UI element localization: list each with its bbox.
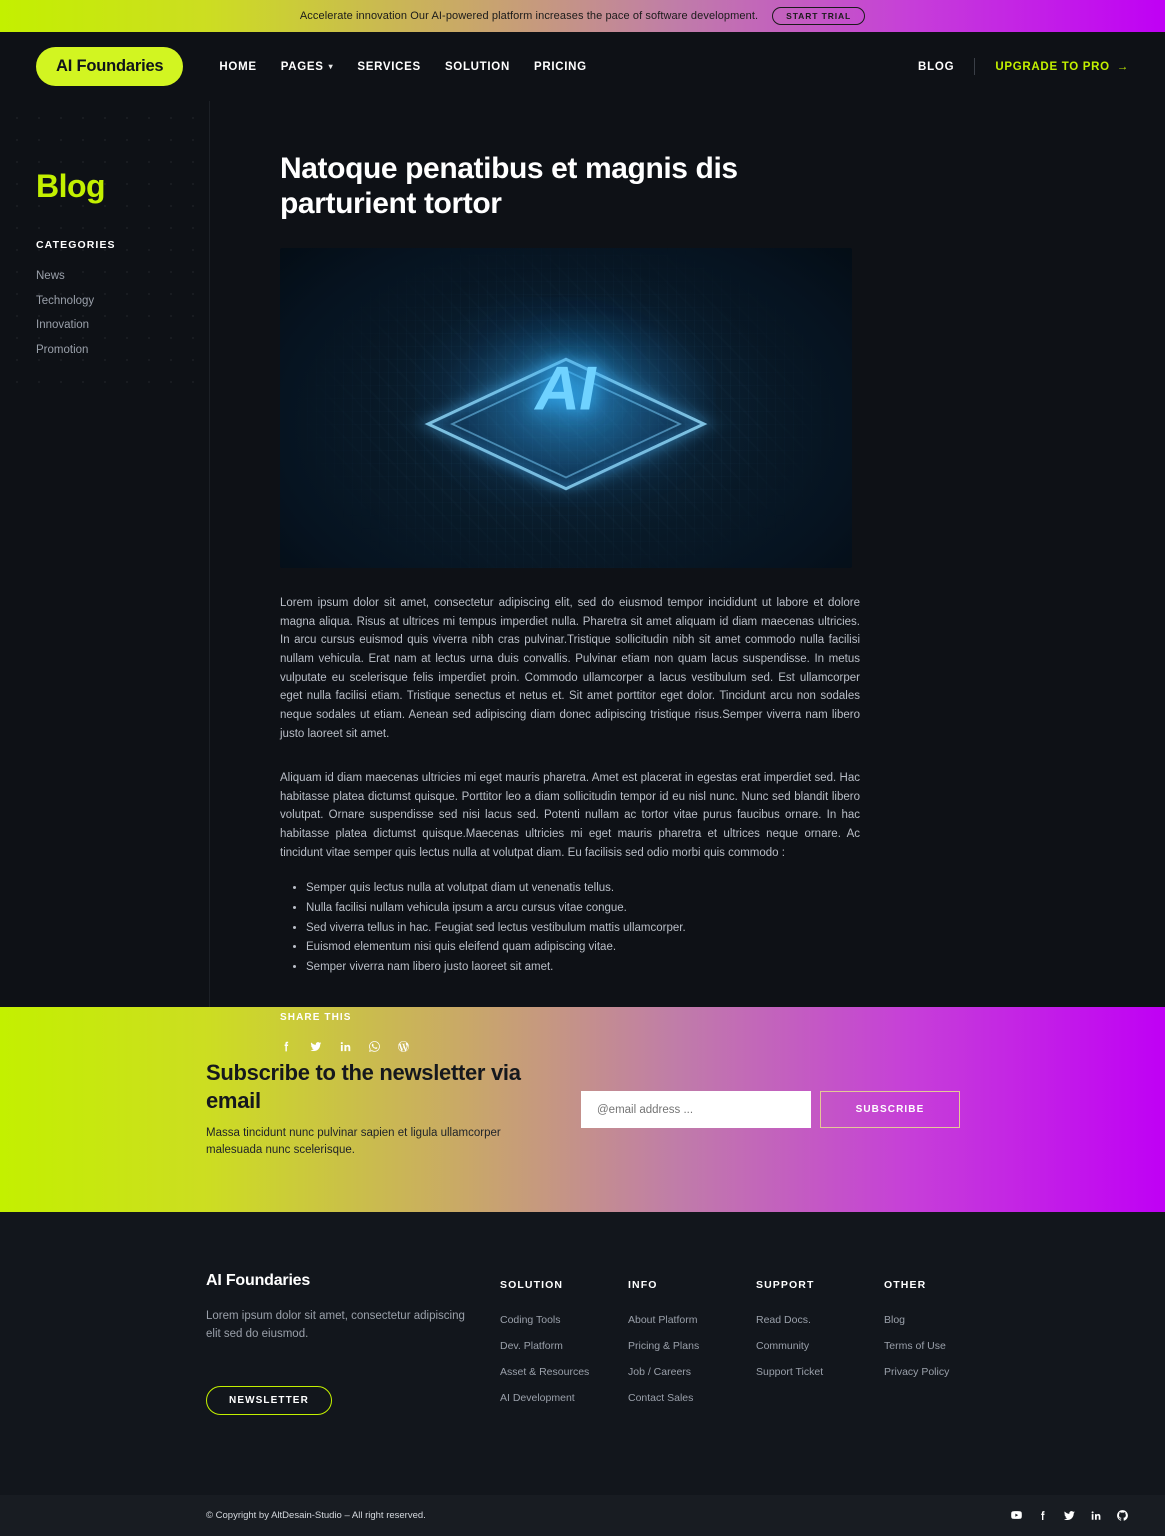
nav-label: HOME xyxy=(219,60,257,73)
newsletter-title: Subscribe to the newsletter via email xyxy=(206,1060,521,1113)
youtube-icon[interactable] xyxy=(1010,1509,1023,1522)
facebook-icon[interactable] xyxy=(1037,1509,1049,1522)
upgrade-label: UPGRADE TO PRO xyxy=(995,60,1110,73)
footer-brand-name: AI Foundaries xyxy=(206,1272,311,1289)
article-bullet-list: Semper quis lectus nulla at volutpat dia… xyxy=(280,879,860,976)
newsletter-copy: Subscribe to the newsletter via email Ma… xyxy=(206,1059,536,1159)
footer-brand-text: Lorem ipsum dolor sit amet, consectetur … xyxy=(206,1310,465,1340)
nav-item-solution[interactable]: SOLUTION xyxy=(445,61,510,73)
footer-link[interactable]: Privacy Policy xyxy=(884,1366,1012,1378)
whatsapp-icon[interactable] xyxy=(368,1040,381,1053)
footer-link[interactable]: About Platform xyxy=(628,1314,756,1326)
article-content: Natoque penatibus et magnis dis parturie… xyxy=(210,101,1165,1053)
footer-link[interactable]: Support Ticket xyxy=(756,1366,884,1378)
footer-column-heading: INFO xyxy=(628,1279,658,1291)
logo[interactable]: AI Foundaries xyxy=(36,47,184,86)
article-paragraph-2: Aliquam id diam maecenas ultricies mi eg… xyxy=(280,772,860,859)
nav-label: PAGES xyxy=(280,60,324,73)
newsletter-section: Subscribe to the newsletter via email Ma… xyxy=(0,1007,1165,1212)
nav-label: SOLUTION xyxy=(444,60,510,73)
categories-heading: CATEGORIES xyxy=(36,239,116,251)
list-item: Nulla facilisi nullam vehicula ipsum a a… xyxy=(306,899,860,918)
subscribe-button[interactable]: SUBSCRIBE xyxy=(820,1091,960,1128)
footer-brand: AI Foundaries Lorem ipsum dolor sit amet… xyxy=(206,1272,471,1418)
linkedin-icon[interactable] xyxy=(1090,1509,1102,1522)
share-this-heading: SHARE THIS xyxy=(280,1012,352,1024)
footer-link[interactable]: Pricing & Plans xyxy=(628,1340,756,1352)
blog-sidebar: Blog CATEGORIES News Technology Innovati… xyxy=(0,101,210,1007)
chevron-down-icon: ▾ xyxy=(328,62,334,71)
sidebar-item-technology[interactable]: Technology xyxy=(36,295,209,307)
newsletter-subtitle: Massa tincidunt nunc pulvinar sapien et … xyxy=(206,1127,501,1157)
twitter-icon[interactable] xyxy=(1063,1509,1076,1522)
nav-item-home[interactable]: HOME xyxy=(219,61,256,73)
nav-label: SERVICES xyxy=(357,60,421,73)
arrow-right-icon: → xyxy=(1116,60,1129,73)
footer-link[interactable]: Job / Careers xyxy=(628,1366,756,1378)
header-divider xyxy=(974,58,976,75)
twitter-icon[interactable] xyxy=(309,1040,323,1053)
article-paragraph-1: Lorem ipsum dolor sit amet, consectetur … xyxy=(280,597,860,740)
site-header: AI Foundaries HOME PAGES ▾ SERVICES SOLU… xyxy=(0,32,1165,101)
site-footer: AI Foundaries Lorem ipsum dolor sit amet… xyxy=(0,1212,1165,1497)
linkedin-icon[interactable] xyxy=(339,1040,352,1053)
footer-link[interactable]: Terms of Use xyxy=(884,1340,1012,1352)
footer-link[interactable]: Contact Sales xyxy=(628,1392,756,1404)
email-input[interactable] xyxy=(581,1091,811,1128)
footer-link[interactable]: AI Development xyxy=(500,1392,628,1404)
footer-newsletter-button[interactable]: NEWSLETTER xyxy=(206,1385,332,1415)
nav-item-blog[interactable]: BLOG xyxy=(918,61,954,73)
footer-link[interactable]: Asset & Resources xyxy=(500,1366,628,1378)
facebook-icon[interactable] xyxy=(280,1040,293,1053)
page-title: Blog xyxy=(36,168,106,204)
announcement-text: Accelerate innovation Our AI-powered pla… xyxy=(299,10,759,22)
footer-column-support: SUPPORT Read Docs. Community Support Tic… xyxy=(756,1279,884,1418)
footer-link[interactable]: Dev. Platform xyxy=(500,1340,628,1352)
github-icon[interactable] xyxy=(1116,1509,1129,1522)
nav-item-services[interactable]: SERVICES xyxy=(357,61,421,73)
header-actions: BLOG UPGRADE TO PRO → xyxy=(918,58,1129,75)
footer-link[interactable]: Blog xyxy=(884,1314,1012,1326)
share-icon-row xyxy=(280,1040,860,1053)
article-hero-image: AI xyxy=(280,248,852,569)
list-item: Semper viverra nam libero justo laoreet … xyxy=(306,958,860,977)
footer-column-heading: OTHER xyxy=(884,1279,927,1291)
article-title: Natoque penatibus et magnis dis parturie… xyxy=(280,152,738,221)
footer-link[interactable]: Coding Tools xyxy=(500,1314,628,1326)
start-trial-button[interactable]: START TRIAL xyxy=(772,7,866,25)
footer-social-row xyxy=(1010,1509,1129,1522)
nav-item-pricing[interactable]: PRICING xyxy=(534,61,587,73)
sidebar-item-news[interactable]: News xyxy=(36,270,209,282)
footer-column-heading: SOLUTION xyxy=(500,1279,564,1291)
sidebar-item-innovation[interactable]: Innovation xyxy=(36,319,209,331)
upgrade-to-pro-button[interactable]: UPGRADE TO PRO → xyxy=(995,61,1129,73)
footer-column-solution: SOLUTION Coding Tools Dev. Platform Asse… xyxy=(500,1279,628,1418)
list-item: Sed viverra tellus in hac. Feugiat sed l… xyxy=(306,919,860,938)
copyright-bar: © Copyright by AltDesain-Studio – All ri… xyxy=(0,1495,1165,1536)
newsletter-form: SUBSCRIBE xyxy=(581,1091,960,1128)
copyright-text: © Copyright by AltDesain-Studio – All ri… xyxy=(206,1510,426,1521)
wordpress-icon[interactable] xyxy=(397,1040,410,1053)
footer-column-heading: SUPPORT xyxy=(756,1279,815,1291)
nav-label: PRICING xyxy=(533,60,587,73)
footer-column-info: INFO About Platform Pricing & Plans Job … xyxy=(628,1279,756,1418)
footer-link[interactable]: Community xyxy=(756,1340,884,1352)
list-item: Euismod elementum nisi quis eleifend qua… xyxy=(306,938,860,957)
nav-item-pages[interactable]: PAGES ▾ xyxy=(281,61,334,73)
sidebar-item-promotion[interactable]: Promotion xyxy=(36,344,209,356)
page-body: Blog CATEGORIES News Technology Innovati… xyxy=(0,101,1165,1053)
list-item: Semper quis lectus nulla at volutpat dia… xyxy=(306,879,860,898)
footer-column-other: OTHER Blog Terms of Use Privacy Policy xyxy=(884,1279,1012,1418)
main-navigation: HOME PAGES ▾ SERVICES SOLUTION PRICING xyxy=(219,61,586,73)
announcement-bar: Accelerate innovation Our AI-powered pla… xyxy=(0,0,1165,32)
ai-logo-text: AI xyxy=(529,354,603,424)
footer-link[interactable]: Read Docs. xyxy=(756,1314,884,1326)
